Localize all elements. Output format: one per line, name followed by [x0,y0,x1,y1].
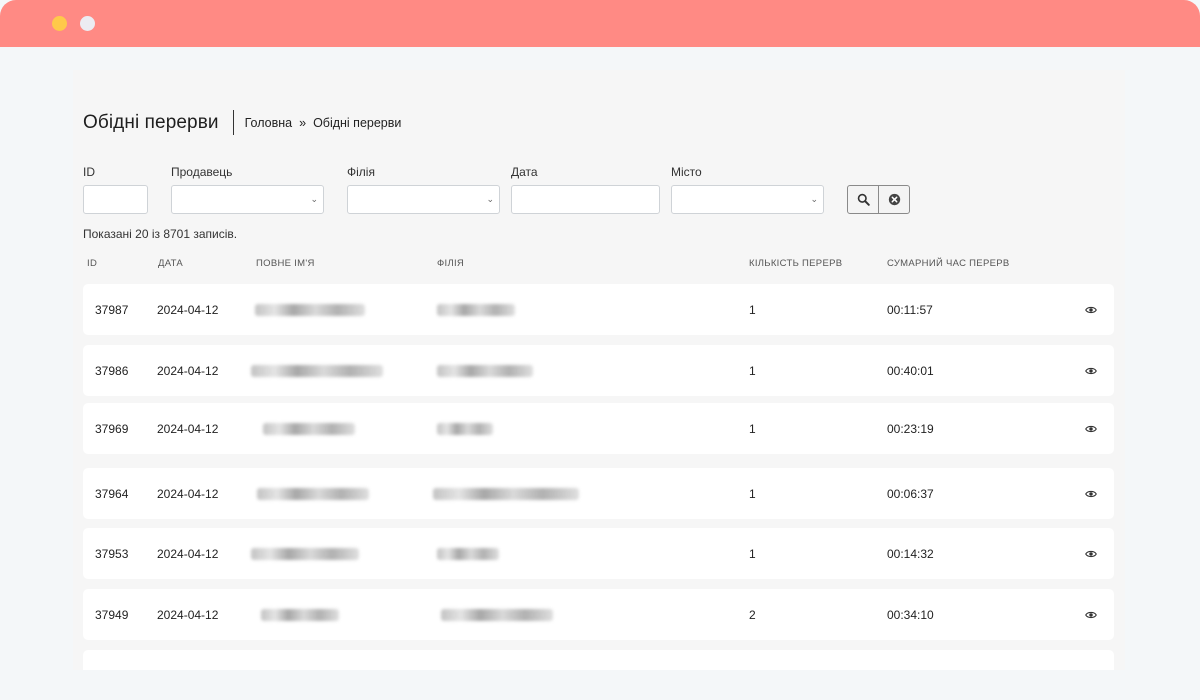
branch-filter-label: Філія [347,165,375,179]
content-panel: Обідні перерви Головна » Обідні перерви … [73,70,1125,670]
column-header-total-time[interactable]: СУМАРНИЙ ЧАС ПЕРЕРВ [887,258,1010,269]
row-break-count: 1 [749,486,756,501]
row-total-time: 00:23:19 [887,421,934,436]
row-date: 2024-04-12 [157,607,219,622]
table-row[interactable]: 37969 2024-04-12 1 00:23:19 [83,403,1114,454]
window-minimize-button[interactable] [52,16,67,31]
id-filter-input[interactable] [83,185,148,214]
row-id: 37969 [95,421,129,436]
row-full-name-redacted [257,487,369,500]
row-id: 37953 [95,546,129,561]
row-date: 2024-04-12 [157,302,219,317]
chevron-down-icon: ⌄ [810,194,818,204]
records-summary: Показані 20 із 8701 записів. [83,227,238,241]
clear-icon [888,193,900,206]
table-row[interactable] [83,650,1114,670]
clear-filters-button[interactable] [878,186,909,213]
column-header-full-name[interactable]: ПОВНЕ ІМ'Я [256,258,315,269]
eye-icon[interactable] [1085,304,1097,316]
row-total-time: 00:14:32 [887,546,934,561]
row-total-time: 00:40:01 [887,363,934,378]
row-id: 37949 [95,607,129,622]
chevron-down-icon: ⌄ [486,194,494,204]
breadcrumb: Головна » Обідні перерви [245,116,402,130]
row-id: 37987 [95,302,129,317]
column-header-break-count[interactable]: КІЛЬКІСТЬ ПЕРЕРВ [749,258,842,269]
row-total-time: 00:11:57 [887,302,933,317]
row-full-name-redacted [261,608,339,621]
eye-icon[interactable] [1085,365,1097,377]
row-date: 2024-04-12 [157,421,219,436]
row-id: 37986 [95,363,129,378]
row-break-count: 1 [749,302,756,317]
window-title-bar [0,0,1200,47]
row-break-count: 1 [749,546,756,561]
row-branch-redacted [437,547,499,560]
row-full-name-redacted [251,547,359,560]
page-title: Обідні перерви [83,111,219,133]
table-row[interactable]: 37987 2024-04-12 1 00:11:57 [83,284,1114,335]
column-header-branch[interactable]: ФІЛІЯ [437,258,464,269]
row-id: 37964 [95,486,129,501]
row-full-name-redacted [255,303,365,316]
row-date: 2024-04-12 [157,546,219,561]
branch-filter-select[interactable]: ⌄ [347,185,500,214]
breadcrumb-current: Обідні перерви [313,115,402,130]
city-filter-select[interactable]: ⌄ [671,185,824,214]
search-button[interactable] [848,186,878,213]
eye-icon[interactable] [1085,488,1097,500]
row-branch-redacted [433,487,579,500]
row-break-count: 2 [749,607,756,622]
row-total-time: 00:06:37 [887,486,934,501]
table-row[interactable]: 37986 2024-04-12 1 00:40:01 [83,345,1114,396]
breadcrumb-home-link[interactable]: Головна [245,116,293,130]
date-filter-label: Дата [511,165,538,179]
column-header-id[interactable]: ID [87,258,97,269]
row-break-count: 1 [749,363,756,378]
chevron-down-icon: ⌄ [310,194,318,204]
seller-filter-label: Продавець [171,165,233,179]
search-icon [857,193,870,206]
table-row[interactable]: 37953 2024-04-12 1 00:14:32 [83,528,1114,579]
row-branch-redacted [437,364,533,377]
row-full-name-redacted [263,422,355,435]
breadcrumb-separator: » [299,115,307,130]
row-date: 2024-04-12 [157,486,219,501]
eye-icon[interactable] [1085,548,1097,560]
eye-icon[interactable] [1085,423,1097,435]
table-row[interactable]: 37949 2024-04-12 2 00:34:10 [83,589,1114,640]
seller-filter-select[interactable]: ⌄ [171,185,324,214]
eye-icon[interactable] [1085,609,1097,621]
row-break-count: 1 [749,421,756,436]
city-filter-label: Місто [671,165,702,179]
column-header-date[interactable]: ДАТА [158,258,183,269]
page-header: Обідні перерви Головна » Обідні перерви [83,110,401,135]
row-branch-redacted [437,422,493,435]
row-date: 2024-04-12 [157,363,219,378]
row-full-name-redacted [251,364,383,377]
row-total-time: 00:34:10 [887,607,934,622]
window-maximize-button[interactable] [80,16,95,31]
table-row[interactable]: 37964 2024-04-12 1 00:06:37 [83,468,1114,519]
id-filter-label: ID [83,165,95,179]
date-filter-input[interactable] [511,185,660,214]
row-branch-redacted [437,303,515,316]
filter-button-group [847,185,910,214]
row-branch-redacted [441,608,553,621]
title-divider [232,110,234,135]
